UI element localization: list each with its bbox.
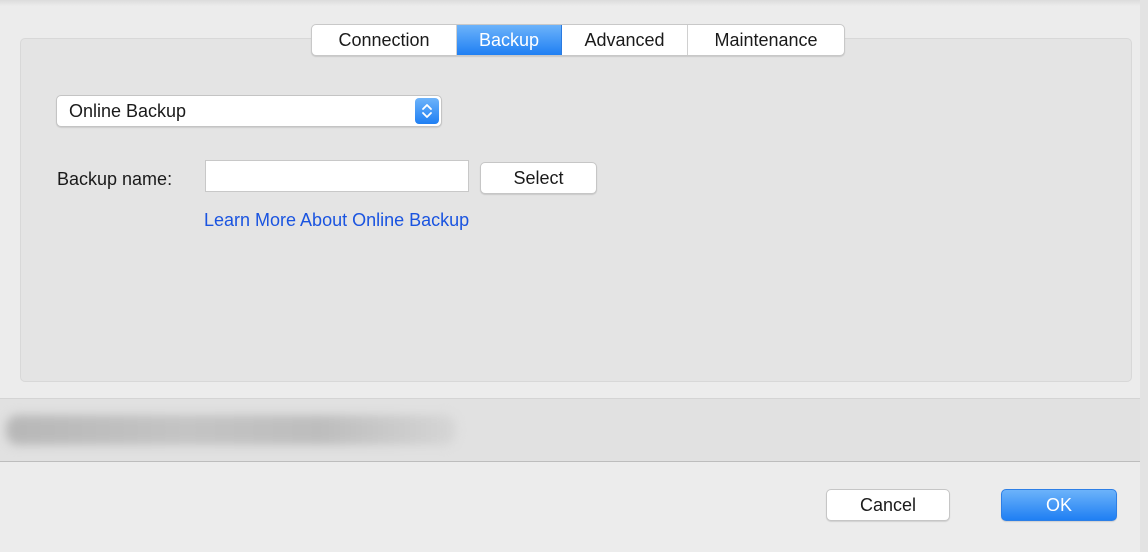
tab-bar: Connection Backup Advanced Maintenance	[311, 24, 845, 56]
backup-name-input[interactable]	[205, 160, 469, 192]
ok-button[interactable]: OK	[1001, 489, 1117, 521]
select-button[interactable]: Select	[480, 162, 597, 194]
tab-backup[interactable]: Backup	[457, 25, 562, 55]
cancel-button[interactable]: Cancel	[826, 489, 950, 521]
tab-content-panel	[20, 38, 1132, 382]
tab-maintenance[interactable]: Maintenance	[688, 25, 844, 55]
status-area	[0, 398, 1148, 462]
backup-type-selected-value: Online Backup	[69, 101, 187, 121]
window-right-edge	[1140, 0, 1148, 552]
tab-advanced[interactable]: Advanced	[562, 25, 688, 55]
backup-type-select[interactable]: Online Backup	[56, 95, 442, 127]
backup-name-label: Backup name:	[57, 169, 173, 189]
tab-connection[interactable]: Connection	[312, 25, 457, 55]
learn-more-online-backup-link[interactable]: Learn More About Online Backup	[204, 209, 469, 231]
backup-settings-window: Connection Backup Advanced Maintenance O…	[0, 0, 1148, 552]
blurred-status-text	[6, 415, 456, 445]
window-top-shadow	[0, 0, 1148, 6]
updown-chevron-icon	[415, 98, 439, 124]
